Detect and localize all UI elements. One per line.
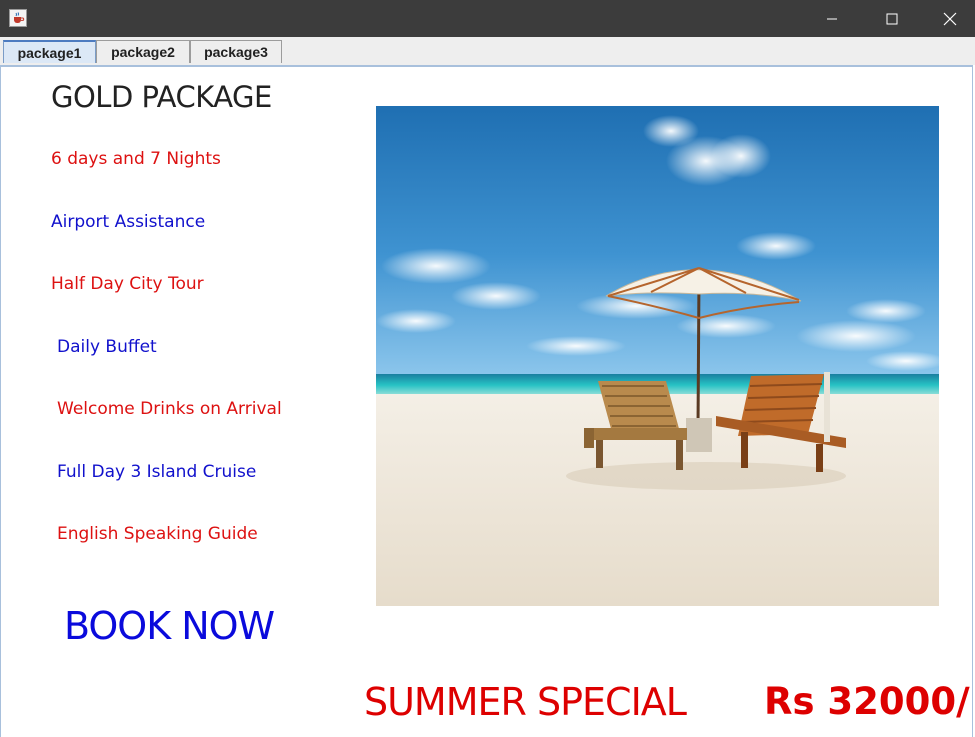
close-icon bbox=[943, 12, 957, 25]
java-cup-icon bbox=[9, 9, 27, 27]
tab-package2[interactable]: package2 bbox=[96, 40, 190, 63]
close-button[interactable] bbox=[921, 0, 975, 37]
feature-guide: English Speaking Guide bbox=[57, 524, 258, 544]
feature-daily-buffet: Daily Buffet bbox=[57, 337, 157, 357]
promo-label: SUMMER SPECIAL bbox=[364, 680, 687, 724]
feature-island-cruise: Full Day 3 Island Cruise bbox=[57, 462, 257, 482]
feature-duration: 6 days and 7 Nights bbox=[51, 149, 221, 169]
price-label: Rs 32000/ bbox=[764, 680, 970, 723]
feature-city-tour: Half Day City Tour bbox=[51, 274, 204, 294]
app-window: package1 package2 package3 GOLD PACKAGE … bbox=[0, 0, 975, 737]
package-title: GOLD PACKAGE bbox=[51, 80, 272, 114]
title-bar bbox=[0, 0, 975, 37]
maximize-icon bbox=[886, 13, 898, 24]
book-now-button[interactable]: BOOK NOW bbox=[64, 604, 275, 648]
beach-photo bbox=[376, 106, 939, 606]
minimize-icon bbox=[827, 18, 837, 19]
tab-package3[interactable]: package3 bbox=[190, 40, 282, 63]
feature-airport-assistance: Airport Assistance bbox=[51, 212, 206, 232]
tab-strip: package1 package2 package3 bbox=[0, 37, 975, 65]
tab-package1[interactable]: package1 bbox=[3, 40, 96, 63]
maximize-button[interactable] bbox=[863, 0, 921, 37]
feature-welcome-drinks: Welcome Drinks on Arrival bbox=[57, 399, 282, 419]
minimize-button[interactable] bbox=[803, 0, 861, 37]
